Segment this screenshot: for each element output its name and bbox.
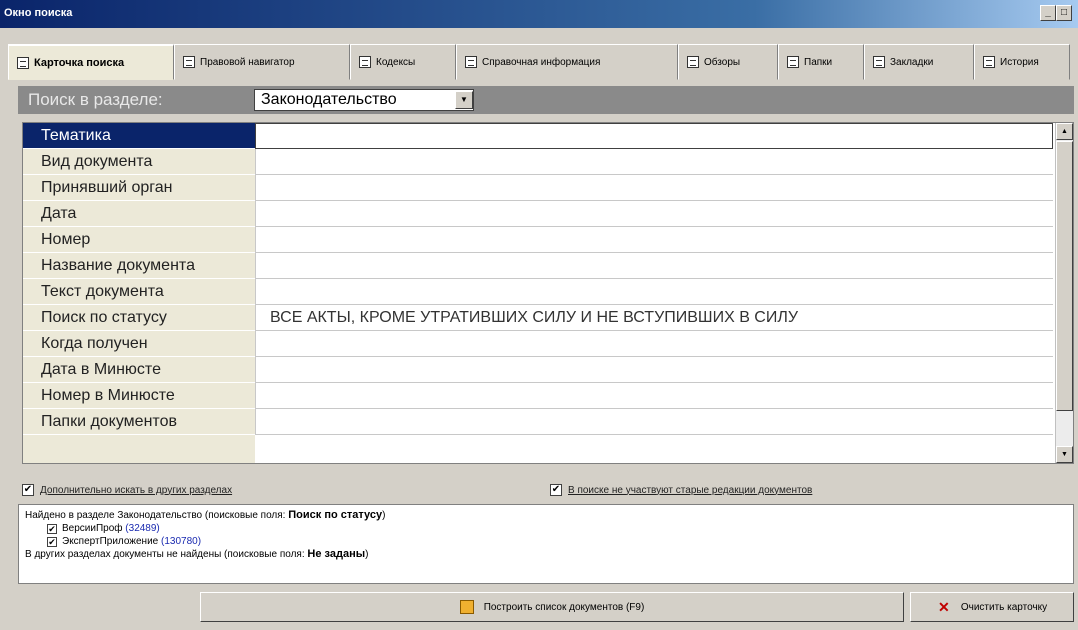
field-label-minjust-date[interactable]: Дата в Минюсте	[23, 357, 255, 383]
search-results-summary: Найдено в разделе Законодательство (поис…	[18, 504, 1074, 584]
field-label-minjust-number[interactable]: Номер в Минюсте	[23, 383, 255, 409]
title-bar: Окно поиска _ □	[0, 0, 1078, 28]
document-icon	[359, 56, 371, 68]
tab-history[interactable]: История	[974, 44, 1070, 80]
search-fields-grid: Тематика Вид документа Принявший орган Д…	[22, 122, 1074, 464]
field-value-date[interactable]	[255, 201, 1053, 227]
extra-sections-label: Дополнительно искать в других разделах	[40, 484, 233, 496]
field-value-doc-type[interactable]	[255, 149, 1053, 175]
field-value-minjust-number[interactable]	[255, 383, 1053, 409]
tab-search-card[interactable]: Карточка поиска	[8, 44, 174, 80]
minimize-button[interactable]: _	[1040, 5, 1056, 21]
tab-legal-navigator[interactable]: Правовой навигатор	[174, 44, 350, 80]
field-value-topic[interactable]	[255, 123, 1053, 149]
vertical-scrollbar[interactable]: ▲ ▼	[1055, 123, 1073, 463]
document-icon	[465, 56, 477, 68]
scroll-down-icon[interactable]: ▼	[1056, 446, 1073, 463]
document-icon	[183, 56, 195, 68]
field-label-issuing-body[interactable]: Принявший орган	[23, 175, 255, 201]
results-line-other: В других разделах документы не найдены (…	[25, 548, 369, 560]
section-label: Поиск в разделе:	[28, 90, 163, 109]
chevron-down-icon[interactable]: ▼	[455, 91, 473, 109]
tab-folders[interactable]: Папки	[778, 44, 864, 80]
tab-bar: Карточка поиска Правовой навигатор Кодек…	[8, 44, 1074, 80]
checkmark-icon[interactable]: ✔	[47, 536, 57, 547]
field-label-doc-type[interactable]: Вид документа	[23, 149, 255, 175]
field-value-doc-title[interactable]	[255, 253, 1053, 279]
section-select-value: Законодательство	[261, 91, 397, 108]
clear-card-button[interactable]: ✕ Очистить карточку	[910, 592, 1074, 622]
field-value-status[interactable]: ВСЕ АКТЫ, КРОМЕ УТРАТИВШИХ СИЛУ И НЕ ВСТ…	[255, 305, 1053, 331]
build-list-button[interactable]: Построить список документов (F9)	[200, 592, 904, 622]
build-list-icon	[459, 600, 474, 614]
close-icon: ✕	[937, 599, 950, 615]
field-value-issuing-body[interactable]	[255, 175, 1053, 201]
document-icon	[687, 56, 699, 68]
folder-icon	[787, 56, 799, 68]
field-label-topic[interactable]: Тематика	[23, 123, 255, 149]
field-value-number[interactable]	[255, 227, 1053, 253]
document-icon	[17, 56, 29, 69]
checkmark-icon[interactable]: ✔	[22, 484, 34, 496]
checkmark-icon[interactable]: ✔	[47, 523, 57, 534]
section-select[interactable]: Законодательство ▼	[254, 89, 474, 111]
result-subsection-expert-appendix[interactable]: ✔ ЭкспертПриложение (130780)	[25, 535, 1067, 548]
field-label-doc-text[interactable]: Текст документа	[23, 279, 255, 305]
search-window: Окно поиска _ □ Карточка поиска Правовой…	[0, 0, 1078, 630]
tab-bookmarks[interactable]: Закладки	[864, 44, 974, 80]
bookmark-icon	[873, 56, 885, 68]
scroll-thumb[interactable]	[1056, 141, 1073, 411]
field-values: ВСЕ АКТЫ, КРОМЕ УТРАТИВШИХ СИЛУ И НЕ ВСТ…	[255, 123, 1053, 463]
scroll-up-icon[interactable]: ▲	[1056, 123, 1073, 140]
field-value-received[interactable]	[255, 331, 1053, 357]
results-line-main: Найдено в разделе Законодательство (поис…	[25, 509, 386, 521]
field-label-status[interactable]: Поиск по статусу	[23, 305, 255, 331]
search-options: ✔ Дополнительно искать в других разделах…	[18, 482, 1074, 502]
field-value-minjust-date[interactable]	[255, 357, 1053, 383]
field-value-doc-text[interactable]	[255, 279, 1053, 305]
maximize-button[interactable]: □	[1056, 5, 1072, 21]
old-editions-label: В поиске не участвуют старые редакции до…	[568, 484, 813, 496]
result-subsection-versions[interactable]: ✔ ВерсииПроф (32489)	[25, 522, 1067, 535]
tab-reference-info[interactable]: Справочная информация	[456, 44, 678, 80]
section-bar: Поиск в разделе: Законодательство ▼	[18, 86, 1074, 114]
window-title: Окно поиска	[4, 7, 73, 19]
checkmark-icon[interactable]: ✔	[550, 484, 562, 496]
field-label-date[interactable]: Дата	[23, 201, 255, 227]
tab-codes[interactable]: Кодексы	[350, 44, 456, 80]
field-value-doc-folders[interactable]	[255, 409, 1053, 435]
tab-reviews[interactable]: Обзоры	[678, 44, 778, 80]
field-label-received[interactable]: Когда получен	[23, 331, 255, 357]
field-label-doc-folders[interactable]: Папки документов	[23, 409, 255, 435]
field-labels: Тематика Вид документа Принявший орган Д…	[23, 123, 255, 463]
field-label-number[interactable]: Номер	[23, 227, 255, 253]
field-label-doc-title[interactable]: Название документа	[23, 253, 255, 279]
history-icon	[983, 56, 995, 68]
window-controls: _ □	[1040, 5, 1072, 21]
search-card-panel: Поиск в разделе: Законодательство ▼ Тема…	[18, 86, 1074, 464]
old-editions-checkbox[interactable]: ✔ В поиске не участвуют старые редакции …	[550, 484, 812, 496]
extra-sections-checkbox[interactable]: ✔ Дополнительно искать в других разделах	[22, 484, 232, 496]
